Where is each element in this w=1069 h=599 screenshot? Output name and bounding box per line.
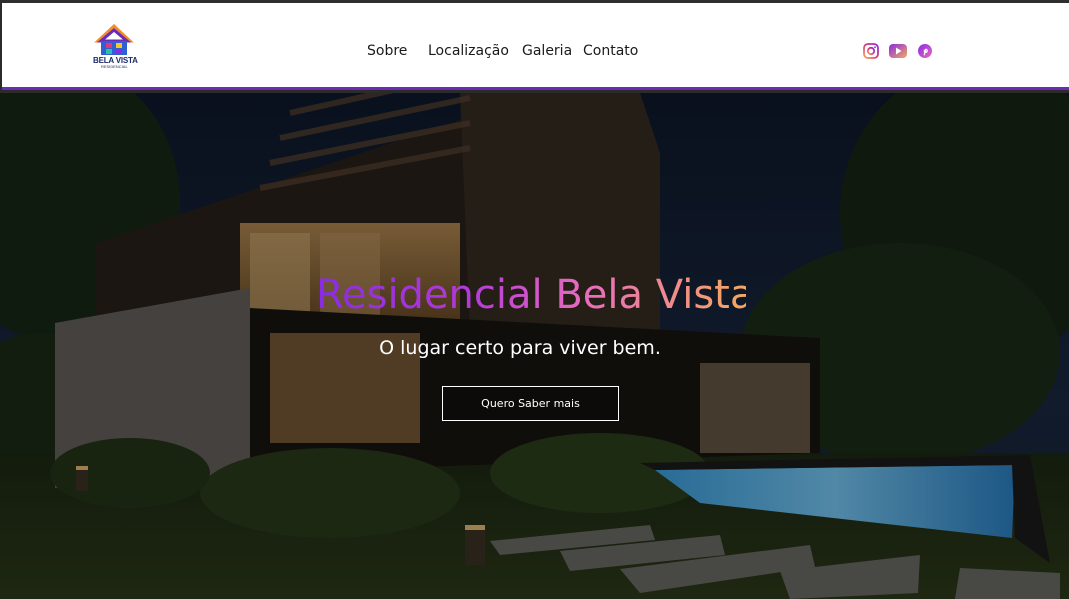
nav-link-localizacao[interactable]: Localização [428,43,509,59]
pinterest-icon[interactable] [916,43,934,59]
house-logo-icon [94,23,134,55]
top-navbar: BELA VISTA RESIDENCIAL Sobre Localização… [2,3,1069,90]
quero-saber-mais-button[interactable]: Quero Saber mais [442,386,619,421]
logo-subtitle: RESIDENCIAL [101,64,128,69]
nav-link-galeria[interactable]: Galeria [522,43,572,59]
nav-link-contato[interactable]: Contato [583,43,638,59]
nav-link-sobre[interactable]: Sobre [367,43,407,59]
instagram-icon[interactable] [862,43,880,59]
hero-section: Residencial Bela Vista O lugar certo par… [0,93,1069,599]
hero-title: Residencial Bela Vista [316,272,755,318]
youtube-icon[interactable] [888,43,908,59]
hero-subtitle: O lugar certo para viver bem. [379,337,661,359]
